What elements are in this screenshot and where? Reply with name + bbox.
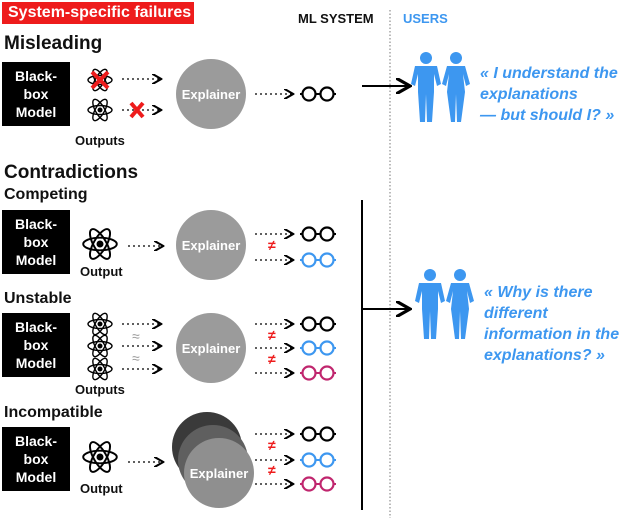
explainer: Explainer bbox=[184, 438, 254, 508]
black-box-model: Black- box Model bbox=[2, 62, 70, 126]
glasses-icon-black bbox=[298, 86, 338, 102]
model-label: Black- bbox=[14, 216, 58, 232]
not-equal-sign: ≠ bbox=[268, 237, 276, 253]
user-quote-1: « I understand the explanations — but sh… bbox=[480, 63, 618, 126]
model-label: Model bbox=[15, 355, 57, 371]
competing-title: Competing bbox=[4, 186, 88, 203]
quote-line: explanations? » bbox=[484, 347, 605, 364]
failures-banner: System-specific failures bbox=[2, 2, 194, 24]
model-label: box bbox=[23, 86, 49, 102]
model-label: Black- bbox=[14, 68, 58, 84]
not-equal-sign: ≠ bbox=[268, 351, 276, 367]
atom-icon-large bbox=[82, 225, 118, 263]
approx-sign: ≈ bbox=[132, 328, 140, 344]
quote-line: — but should I? » bbox=[480, 107, 615, 124]
model-label: box bbox=[23, 451, 49, 467]
unstable-title: Unstable bbox=[4, 290, 72, 307]
black-box-model: Black- box Model bbox=[2, 313, 70, 377]
atom-icon-large bbox=[82, 438, 118, 476]
model-label: Black- bbox=[14, 433, 58, 449]
model-label: box bbox=[23, 337, 49, 353]
model-label: Black- bbox=[14, 319, 58, 335]
users-icon-1 bbox=[411, 52, 470, 122]
output-label: Output bbox=[80, 481, 123, 496]
black-box-model: Black- box Model bbox=[2, 427, 70, 491]
black-box-model: Black- box Model bbox=[2, 210, 70, 274]
not-equal-sign: ≠ bbox=[268, 462, 276, 478]
quote-line: « Why is there bbox=[484, 284, 593, 301]
quote-line: information in the bbox=[484, 326, 620, 343]
model-label: Model bbox=[15, 252, 57, 268]
incompatible-title: Incompatible bbox=[4, 404, 103, 421]
output-label: Output bbox=[80, 264, 123, 279]
model-label: Model bbox=[15, 469, 57, 485]
approx-sign: ≈ bbox=[132, 350, 140, 366]
ml-system-header: ML SYSTEM bbox=[298, 11, 374, 26]
explainer: Explainer bbox=[176, 59, 246, 129]
outputs-label: Outputs bbox=[75, 133, 125, 148]
model-label: box bbox=[23, 234, 49, 250]
atom-icon-crossed bbox=[87, 66, 113, 94]
model-label: Model bbox=[15, 104, 57, 120]
quote-line: different bbox=[484, 305, 548, 322]
outputs-label: Outputs bbox=[75, 382, 125, 397]
misleading-title: Misleading bbox=[4, 33, 103, 54]
not-equal-sign: ≠ bbox=[268, 327, 276, 343]
atom-icon bbox=[87, 96, 113, 124]
quote-line: « I understand the bbox=[480, 65, 618, 82]
quote-line: explanations bbox=[480, 86, 578, 103]
users-icon-2 bbox=[415, 269, 474, 339]
explainer: Explainer bbox=[176, 313, 246, 383]
contradictions-title: Contradictions bbox=[4, 162, 139, 183]
not-equal-sign: ≠ bbox=[268, 437, 276, 453]
user-quote-2: « Why is there different information in … bbox=[484, 282, 619, 366]
explainer: Explainer bbox=[176, 210, 246, 280]
users-header: USERS bbox=[403, 11, 448, 26]
